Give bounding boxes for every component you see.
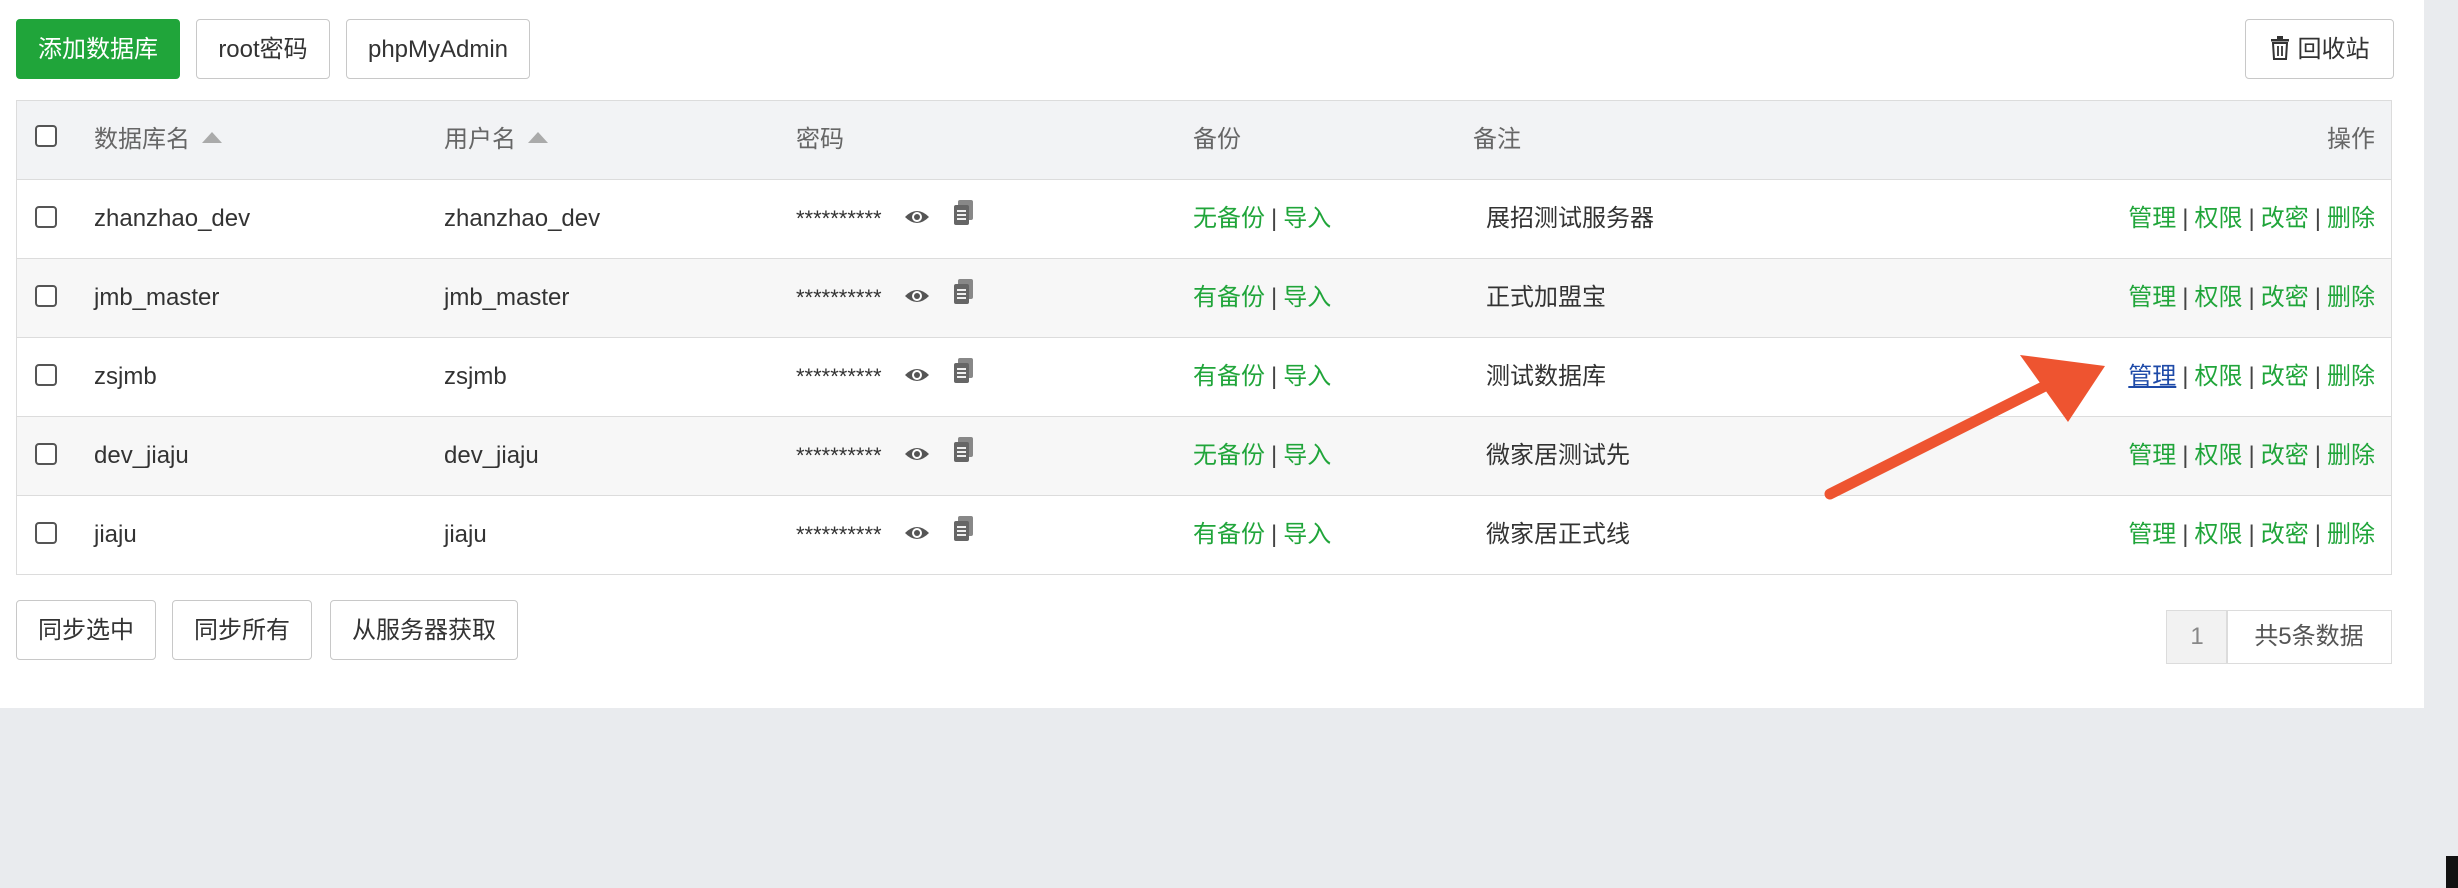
database-panel: 添加数据库 root密码 phpMyAdmin 回收站 数据库名 用户名 密码 … <box>0 0 2424 708</box>
page-number[interactable]: 1 <box>2166 610 2228 664</box>
total-count: 共5条数据 <box>2226 610 2392 664</box>
window-edge <box>2446 856 2458 888</box>
sync-all-button[interactable]: 同步所有 <box>172 600 312 660</box>
sync-selected-button[interactable]: 同步选中 <box>16 600 156 660</box>
fetch-from-server-button[interactable]: 从服务器获取 <box>330 600 518 660</box>
